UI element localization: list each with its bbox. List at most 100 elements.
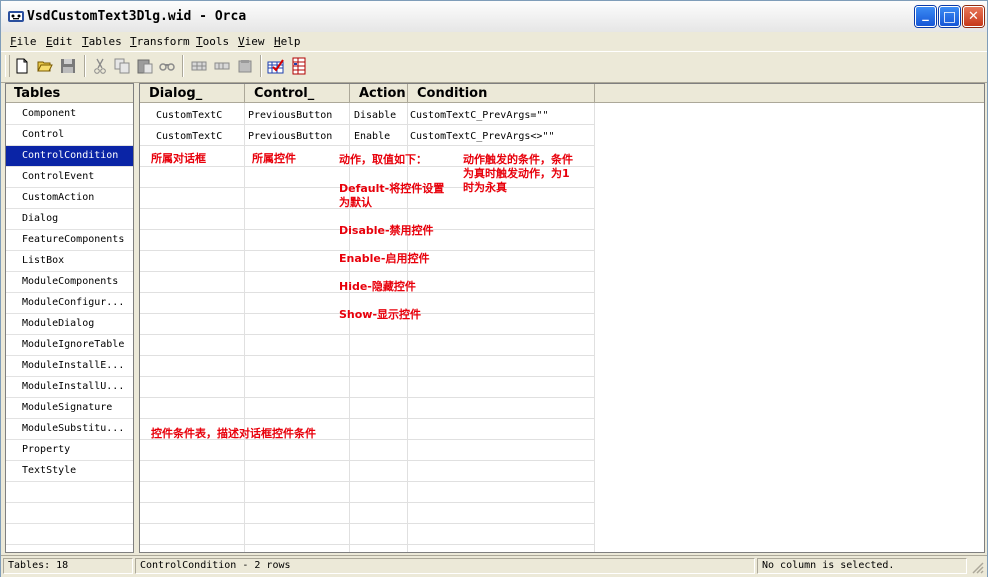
row-divider (140, 250, 595, 251)
column-header-action[interactable]: Action (350, 84, 408, 103)
annotation-condition-3: 时为永真 (463, 181, 507, 194)
row-divider (140, 397, 595, 398)
cell-action[interactable]: Disable (354, 110, 396, 121)
menu-file[interactable]: File (10, 35, 37, 48)
copy-icon[interactable] (113, 57, 131, 75)
table-list-item[interactable]: ModuleInstallE... (6, 356, 133, 377)
annotation-action-show: Show-显示控件 (339, 308, 422, 321)
annotation-condition-2: 为真时触发动作，为1 (463, 167, 570, 180)
table-list-item[interactable]: Dialog (6, 209, 133, 230)
new-icon[interactable] (13, 57, 31, 75)
table-list-item[interactable]: ControlEvent (6, 167, 133, 188)
row-divider (140, 355, 595, 356)
add-row-icon[interactable] (190, 57, 208, 75)
menu-help[interactable]: Help (274, 35, 301, 48)
maximize-button[interactable]: □ (939, 6, 960, 27)
merge-module-icon[interactable] (290, 57, 308, 75)
table-list-item[interactable]: ListBox (6, 251, 133, 272)
close-button[interactable]: ✕ (963, 6, 984, 27)
cell-condition[interactable]: CustomTextC_PrevArgs<>"" (410, 131, 555, 142)
tables-header[interactable]: Tables (6, 84, 133, 103)
table-list-item[interactable]: ModuleSignature (6, 398, 133, 419)
table-list-item[interactable]: ModuleIgnoreTable (6, 335, 133, 356)
drop-table-icon[interactable] (236, 57, 254, 75)
resize-grip-icon[interactable] (970, 560, 984, 574)
title-bar[interactable]: VsdCustomText3Dlg.wid - Orca _ □ ✕ (1, 1, 987, 33)
table-list-item[interactable]: ModuleConfigur... (6, 293, 133, 314)
annotation-action-hide: Hide-隐藏控件 (339, 280, 416, 293)
menu-edit[interactable]: Edit (46, 35, 73, 48)
maximize-icon: □ (942, 8, 957, 25)
toolbar-grip[interactable] (5, 55, 10, 77)
menu-view[interactable]: View (238, 35, 265, 48)
table-list-item[interactable]: FeatureComponents (6, 230, 133, 251)
menu-tables[interactable]: Tables (82, 35, 122, 48)
close-icon: ✕ (968, 9, 979, 24)
header-filler (595, 84, 984, 103)
annotation-action-enable: Enable-启用控件 (339, 252, 430, 265)
annotation-action-default-2: 为默认 (339, 196, 372, 209)
cut-icon[interactable] (91, 57, 109, 75)
column-header-dialog[interactable]: Dialog_ (140, 84, 245, 103)
column-header-condition[interactable]: Condition (408, 84, 595, 103)
annotation-dialog: 所属对话框 (151, 152, 206, 165)
column-header-control[interactable]: Control_ (245, 84, 350, 103)
status-bar: Tables: 18 ControlCondition - 2 rows No … (1, 555, 987, 577)
annotation-action-disable: Disable-禁用控件 (339, 224, 434, 237)
table-list-empty-row (6, 545, 133, 552)
minimize-button[interactable]: _ (915, 6, 936, 27)
table-list-item[interactable]: Component (6, 104, 133, 125)
column-divider (244, 103, 245, 552)
table-grid: Dialog_ Control_ Action Condition Custom… (139, 83, 985, 553)
table-list-item[interactable]: TextStyle (6, 461, 133, 482)
menu-transform[interactable]: Transform (130, 35, 190, 48)
table-list-empty-row (6, 524, 133, 545)
table-list-empty-row (6, 482, 133, 503)
cell-dialog[interactable]: CustomTextC (156, 131, 222, 142)
tables-list-panel: Tables Component Control ControlCondition C… (5, 83, 134, 553)
table-list-item[interactable]: Control (6, 125, 133, 146)
save-icon[interactable] (59, 57, 77, 75)
cell-action[interactable]: Enable (354, 131, 390, 142)
table-list-item[interactable]: ModuleInstallU... (6, 377, 133, 398)
row-divider (140, 418, 595, 419)
table-list-item[interactable]: ModuleSubstitu... (6, 419, 133, 440)
cell-condition[interactable]: CustomTextC_PrevArgs="" (410, 110, 548, 121)
open-icon[interactable] (36, 57, 54, 75)
cell-dialog[interactable]: CustomTextC (156, 110, 222, 121)
table-list-item[interactable]: ModuleComponents (6, 272, 133, 293)
row-divider (140, 523, 595, 524)
annotation-action-default-1: Default-将控件设置 (339, 182, 445, 195)
cell-control[interactable]: PreviousButton (248, 110, 332, 121)
annotation-table: 控件条件表，描述对话框控件条件 (151, 427, 316, 440)
row-divider (140, 334, 595, 335)
cell-control[interactable]: PreviousButton (248, 131, 332, 142)
orca-window: VsdCustomText3Dlg.wid - Orca _ □ ✕ File … (0, 0, 988, 577)
annotation-condition-1: 动作触发的条件，条件 (463, 153, 573, 166)
row-divider (140, 544, 595, 545)
toolbar-separator (84, 55, 86, 77)
toolbar-separator (260, 55, 262, 77)
orca-app-icon (8, 11, 24, 22)
status-table-info: ControlCondition - 2 rows (135, 558, 755, 574)
annotation-control: 所属控件 (252, 152, 296, 165)
row-divider (140, 460, 595, 461)
window-title: VsdCustomText3Dlg.wid - Orca (27, 9, 247, 24)
annotation-action-title: 动作，取值如下： (339, 153, 427, 166)
toolbar-separator (182, 55, 184, 77)
row-divider (140, 124, 595, 125)
toolbar (1, 51, 987, 83)
row-divider (140, 271, 595, 272)
paste-icon[interactable] (136, 57, 154, 75)
table-list-item[interactable]: ControlCondition (6, 146, 133, 167)
find-icon[interactable] (158, 57, 176, 75)
table-list-item[interactable]: CustomAction (6, 188, 133, 209)
add-table-icon[interactable] (213, 57, 231, 75)
table-list-item[interactable]: Property (6, 440, 133, 461)
menu-tools[interactable]: Tools (196, 35, 229, 48)
status-tables-count: Tables: 18 (3, 558, 133, 574)
validate-icon[interactable] (267, 57, 285, 75)
table-list-empty-row (6, 503, 133, 524)
column-divider (407, 103, 408, 552)
table-list-item[interactable]: ModuleDialog (6, 314, 133, 335)
